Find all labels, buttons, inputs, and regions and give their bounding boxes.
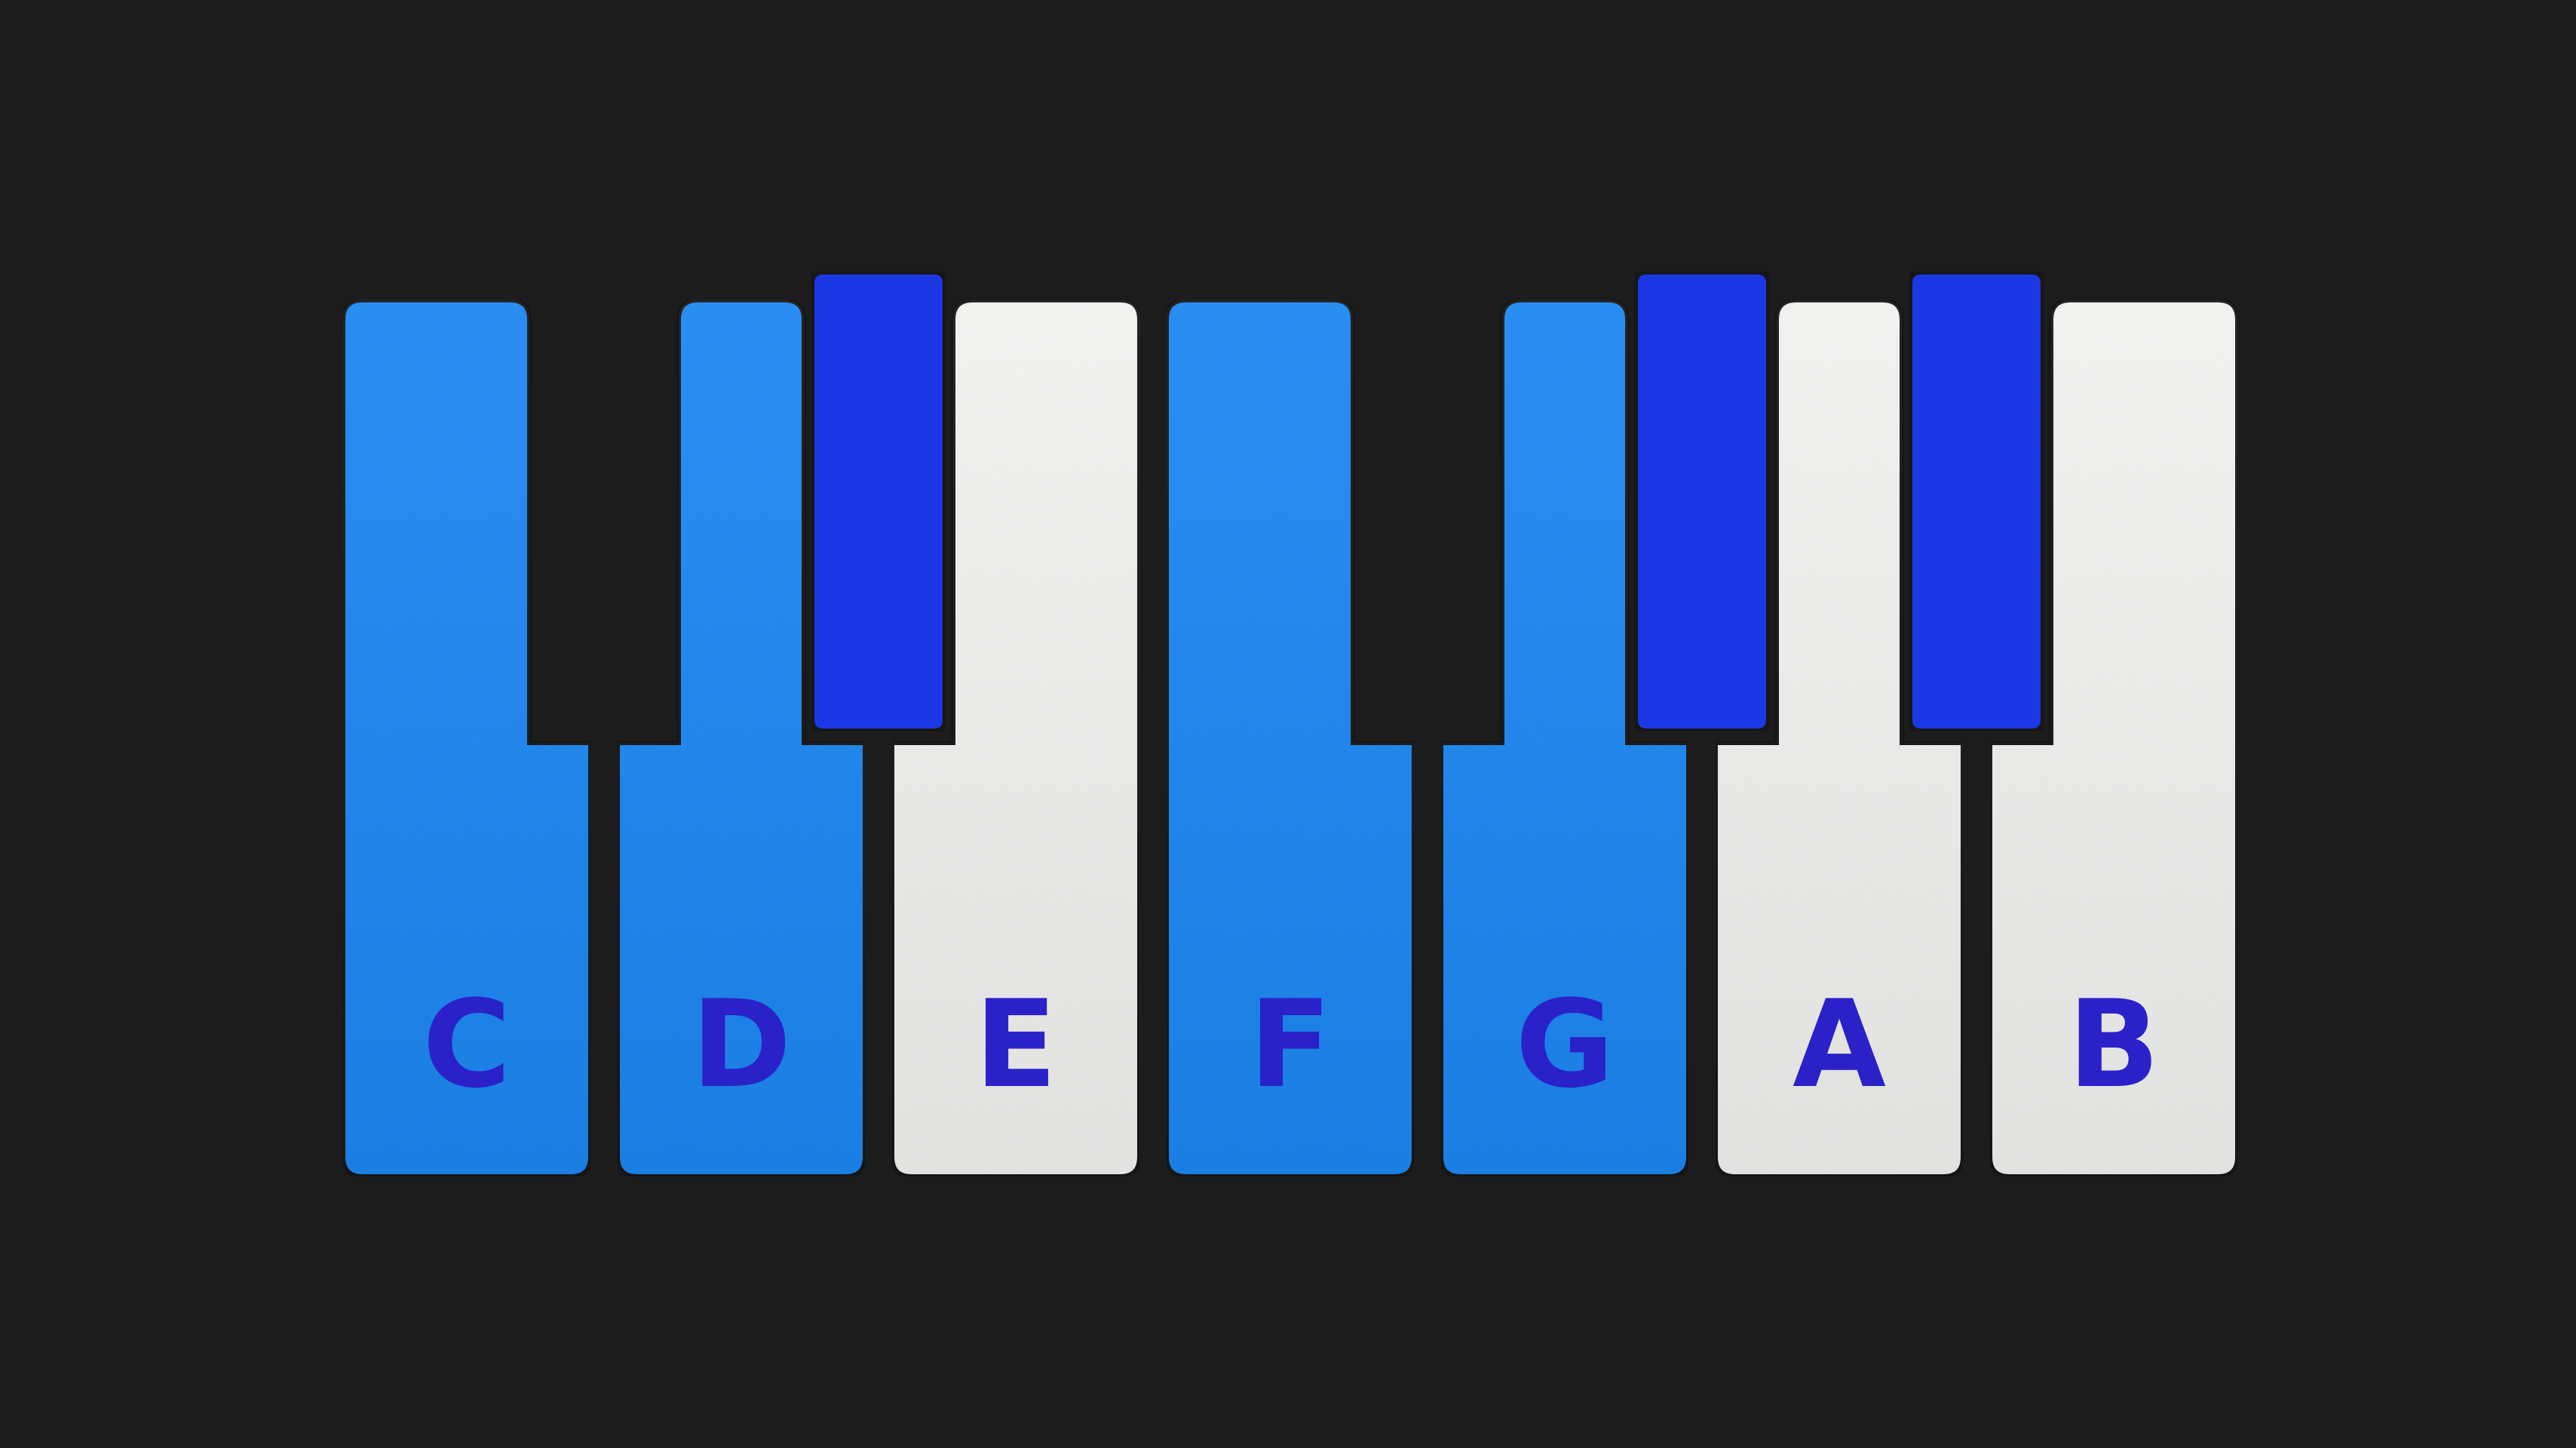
key-label-c: C [422,974,511,1115]
black-key-a-b [1906,268,2047,735]
key-label-d: D [691,974,792,1115]
black-key-d-e [808,268,949,735]
key-label-b: B [2068,974,2160,1115]
keyboard-svg [0,0,2576,1448]
key-label-e: E [974,974,1057,1115]
black-key-g-a [1632,268,1772,735]
piano-keyboard-illustration: CDEFGAB [0,0,2576,1448]
key-label-g: G [1515,974,1615,1115]
key-label-a: A [1792,974,1886,1115]
key-label-f: F [1249,974,1332,1115]
